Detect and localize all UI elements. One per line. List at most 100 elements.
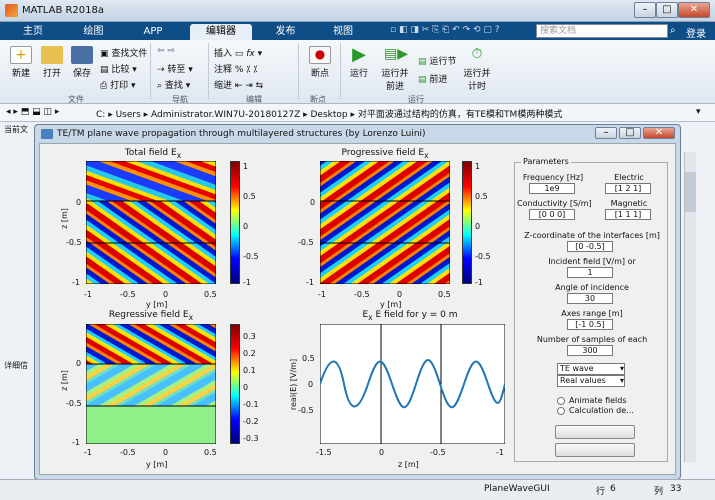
close-button[interactable]: ✕ [678, 2, 710, 18]
freq-label: Frequency [Hz] [522, 173, 584, 182]
tab-apps[interactable]: APP [128, 24, 178, 40]
run-section-button[interactable]: ▤ 运行节 [418, 54, 456, 67]
progressive-field-plot [320, 161, 450, 284]
zcoord-field[interactable]: [0 -0.5] [567, 241, 613, 252]
app-title: MATLAB R2018a [22, 5, 105, 16]
values-select[interactable]: Real values ▾ [557, 375, 625, 387]
cb-tick: -0.5 [475, 252, 491, 261]
login-button[interactable]: 登录 [686, 25, 706, 40]
cb-tick: -1 [475, 278, 483, 287]
line-plot [320, 324, 505, 444]
save-button[interactable]: 保存 [68, 46, 96, 79]
line-y-tick: -0.5 [298, 406, 314, 415]
z-axis-label: z [m] [59, 370, 69, 391]
figure-close-button[interactable]: ✕ [643, 127, 675, 139]
figure-minimize-button[interactable]: – [595, 127, 617, 139]
cb-tick: 0.2 [243, 349, 256, 358]
z-axis-label: z [m] [398, 460, 419, 469]
zcoord-label: Z-coordinate of the interfaces [m] [524, 231, 660, 240]
tab-plots[interactable]: 绘图 [66, 24, 121, 40]
maximize-button[interactable]: □ [656, 2, 678, 18]
secondary-button[interactable] [555, 443, 635, 457]
tab-home[interactable]: 主页 [8, 24, 58, 40]
cb-tick: 0 [475, 222, 481, 231]
y-axis-label: y [m] [146, 460, 168, 469]
angle-label: Angle of incidence [555, 283, 629, 292]
quick-access-toolbar[interactable]: ▫ ◧ ◨ ✂ ⎘ ⎗ ↶ ↷ ⟲ ▢ ? [390, 25, 530, 37]
colorbar-regressive [230, 324, 240, 444]
colorbar-total [230, 161, 240, 284]
run-time-icon: ⏱ [471, 46, 483, 62]
x-tick: 0 [397, 290, 403, 299]
tab-publish[interactable]: 发布 [258, 24, 313, 40]
insert-button[interactable]: 插入 ▭ fx ▾ [214, 46, 262, 59]
calculate-button[interactable] [555, 425, 635, 439]
search-icon[interactable]: ⌕ [670, 25, 676, 36]
details-label: 详细信 [4, 361, 28, 370]
magnetic-field[interactable]: [1 1 1] [605, 209, 651, 220]
search-input[interactable]: 搜索文档 [536, 24, 668, 38]
tab-view[interactable]: 视图 [318, 24, 368, 40]
cb-tick: -0.3 [243, 434, 259, 443]
conductivity-field[interactable]: [0 0 0] [529, 209, 575, 220]
breadcrumb[interactable]: C: ▸ Users ▸ Administrator.WIN7U-2018012… [96, 107, 562, 120]
colorbar-progressive [462, 161, 472, 284]
editor-scrollbar[interactable] [684, 152, 696, 462]
tab-editor[interactable]: 编辑器 [190, 24, 252, 40]
incident-field[interactable]: 1 [567, 267, 613, 278]
compare-button[interactable]: ▤ 比较 ▾ [100, 62, 137, 75]
nav-back-forward[interactable]: ⇦ ⇨ [157, 46, 175, 56]
open-button[interactable]: 打开 [38, 46, 66, 79]
freq-field[interactable]: 1e9 [529, 183, 575, 194]
x-tick: -0.5 [120, 448, 136, 457]
magnetic-label: Magnetic [610, 199, 648, 208]
plot-title-progressive: Progressive field Ex [341, 148, 429, 160]
z-tick: 0 [310, 198, 316, 207]
run-button[interactable]: ▶ 运行 [344, 46, 374, 80]
comment-button[interactable]: 注释 % ⁒ ⁒ [214, 62, 257, 75]
x-tick: 0.5 [204, 290, 217, 299]
indent-button[interactable]: 缩进 ⇤ ⇥ ⇆ [214, 78, 263, 91]
cb-tick: -0.2 [243, 417, 259, 426]
find-button[interactable]: ⌕ 查找 ▾ [157, 78, 190, 91]
calc-radio[interactable] [557, 407, 565, 415]
col-value: 33 [670, 484, 682, 494]
cb-tick: 1 [243, 162, 249, 171]
z-tick: -1 [306, 278, 314, 287]
electric-field[interactable]: [1 2 1] [605, 183, 651, 194]
ribbon: + 新建 打开 保存 ▣ 查找文件 ▤ 比较 ▾ ⎙ 打印 ▾ ⇦ ⇨ ⇢ 转至 … [0, 40, 715, 104]
dropdown-arrow-icon[interactable]: ▾ [696, 107, 701, 117]
z-tick: -0.5 [66, 238, 82, 247]
breakpoints-button[interactable]: ● 断点 [304, 46, 336, 79]
calc-label: Calculation de... [569, 406, 634, 415]
samples-field[interactable]: 300 [567, 345, 613, 356]
z-tick: 0 [76, 198, 82, 207]
find-files-button[interactable]: ▣ 查找文件 [100, 46, 147, 59]
axes-range-label: Axes range [m] [561, 309, 623, 318]
separator [208, 43, 209, 99]
angle-field[interactable]: 30 [567, 293, 613, 304]
axes-range-field[interactable]: [-1 0.5] [567, 319, 613, 330]
line-x-tick: -0.5 [430, 448, 446, 457]
x-tick: -0.5 [354, 290, 370, 299]
minimize-button[interactable]: – [634, 2, 656, 18]
advance-button[interactable]: ▤ 前进 [418, 72, 447, 85]
line-x-tick: -1.5 [316, 448, 332, 457]
separator [340, 43, 341, 99]
print-button[interactable]: ⎙ 打印 ▾ [100, 78, 135, 91]
new-button[interactable]: + 新建 [6, 46, 36, 79]
nav-arrows-icon[interactable]: ◂ ▸ ⬒ ⬓ ◫ ▸ [6, 107, 59, 117]
separator [298, 43, 299, 99]
run-time-button[interactable]: ⏱ 运行并 计时 [460, 46, 494, 92]
y-axis-label: y [m] [146, 300, 168, 309]
cb-tick: 0.5 [243, 192, 256, 201]
mode-select[interactable]: TE wave ▾ [557, 363, 625, 375]
row-value: 6 [610, 484, 616, 494]
run-advance-button[interactable]: ▤▶ 运行并 前进 [378, 46, 412, 92]
figure-maximize-button[interactable]: □ [619, 127, 641, 139]
goto-button[interactable]: ⇢ 转至 ▾ [157, 62, 193, 75]
animate-radio[interactable] [557, 397, 565, 405]
separator [150, 43, 151, 99]
address-bar[interactable]: ◂ ▸ ⬒ ⬓ ◫ ▸ C: ▸ Users ▸ Administrator.W… [0, 104, 715, 122]
breakpoint-icon: ● [309, 46, 331, 64]
